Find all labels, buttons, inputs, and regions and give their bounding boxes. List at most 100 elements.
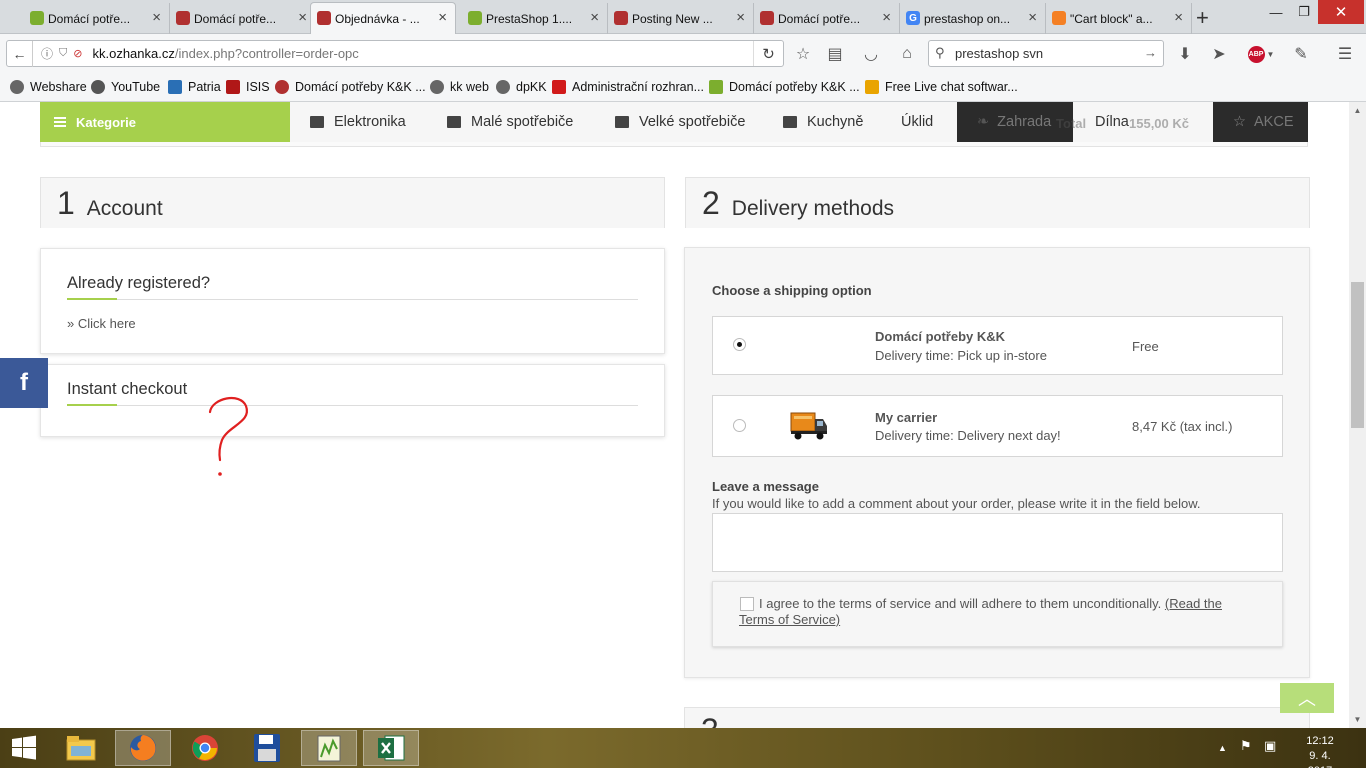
bookmark-item[interactable]: Domácí potřeby K&K ...	[709, 80, 860, 94]
windows-taskbar: ▲ ⚑ ▣ 12:12 9. 4. 2017	[0, 728, 1366, 768]
excel-icon[interactable]	[363, 730, 419, 766]
carrier-option[interactable]: Domácí potřeby K&K Delivery time: Pick u…	[712, 316, 1283, 375]
bookmark-item[interactable]: Patria	[168, 80, 221, 94]
scroll-thumb[interactable]	[1351, 282, 1364, 428]
file-explorer-icon[interactable]	[53, 730, 109, 766]
bookmark-label: kk web	[450, 80, 489, 94]
pocket-icon[interactable]: ◡	[860, 43, 882, 65]
menu-item-male-spotrebice[interactable]: Malé spotřebiče	[447, 102, 573, 142]
close-tab-icon[interactable]: ×	[1174, 9, 1183, 26]
close-tab-icon[interactable]: ×	[152, 9, 161, 26]
facebook-icon[interactable]: f	[0, 358, 48, 408]
bookmark-label: Webshare	[30, 80, 87, 94]
bookmark-item[interactable]: dpKK	[496, 80, 547, 94]
bookmark-icon	[865, 80, 879, 94]
carrier-radio-selected[interactable]	[733, 338, 746, 351]
home-icon[interactable]: ⌂	[896, 43, 918, 65]
notepad-plus-icon[interactable]	[301, 730, 357, 766]
scroll-up-icon[interactable]: ▲	[1349, 102, 1366, 119]
browser-tab[interactable]: Domácí potře... ×	[170, 3, 316, 34]
browser-tab[interactable]: "Cart block" a... ×	[1046, 3, 1192, 34]
save-disk-icon[interactable]	[239, 730, 295, 766]
insecure-lock-icon[interactable]: ⊘	[73, 47, 82, 60]
bookmark-item[interactable]: ISIS	[226, 80, 270, 94]
reload-icon[interactable]: ↻	[753, 41, 783, 66]
carrier-option[interactable]: My carrier Delivery time: Delivery next …	[712, 395, 1283, 457]
url-bar[interactable]: ← ⓘ ⛉ ⊘ kk.ozhanka.cz /index.php?control…	[6, 40, 784, 67]
bookmark-icon	[430, 80, 444, 94]
download-icon[interactable]: ⬇	[1174, 43, 1196, 65]
chrome-icon[interactable]	[177, 730, 233, 766]
close-tab-icon[interactable]: ×	[590, 9, 599, 26]
close-window-icon[interactable]: ✕	[1318, 0, 1364, 24]
search-go-icon[interactable]: →	[1144, 45, 1157, 60]
menu-item-elektronika[interactable]: Elektronika	[310, 102, 406, 142]
bookmark-icon	[91, 80, 105, 94]
close-tab-icon[interactable]: ×	[882, 9, 891, 26]
carrier-name: Domácí potřeby K&K	[875, 329, 1006, 344]
close-tab-icon[interactable]: ×	[736, 9, 745, 26]
send-icon[interactable]: ➤	[1208, 43, 1230, 65]
browser-tab[interactable]: Posting New ... ×	[608, 3, 754, 34]
account-section-header: 1 Account	[40, 177, 665, 228]
extension-icon[interactable]: ✎	[1290, 43, 1312, 65]
shield-icon[interactable]: ⛉	[59, 47, 67, 60]
page-scrollbar[interactable]: ▲ ▼	[1349, 102, 1366, 728]
bookmark-item[interactable]: Administrační rozhran...	[552, 80, 704, 94]
menu-item-akce[interactable]: ☆ AKCE	[1213, 102, 1308, 142]
action-center-flag-icon[interactable]: ⚑	[1240, 738, 1252, 754]
tray-expand-icon[interactable]: ▲	[1218, 743, 1227, 753]
network-icon[interactable]: ▣	[1264, 738, 1276, 754]
scroll-to-top-button[interactable]: ︿	[1280, 683, 1334, 713]
menu-item-kuchyne[interactable]: Kuchyně	[783, 102, 863, 142]
hamburger-icon	[54, 117, 66, 127]
bookmark-item[interactable]: Domácí potřeby K&K ...	[275, 80, 426, 94]
scroll-down-icon[interactable]: ▼	[1349, 711, 1366, 728]
close-tab-icon[interactable]: ×	[1028, 9, 1037, 26]
browser-tab[interactable]: Domácí potře... ×	[24, 3, 170, 34]
tab-title: prestashop on...	[924, 11, 1011, 26]
bookmark-item[interactable]: YouTube	[91, 80, 160, 94]
kategorie-button[interactable]: Kategorie	[40, 102, 290, 142]
close-tab-icon[interactable]: ×	[438, 9, 447, 26]
stackoverflow-favicon-icon	[1052, 11, 1066, 25]
carrier-delivery-time: Delivery time: Pick up in-store	[875, 348, 1047, 363]
carrier-delivery-time: Delivery time: Delivery next day!	[875, 428, 1061, 443]
bookmarks-bar: Webshare YouTube Patria ISIS Domácí potř…	[0, 74, 1366, 102]
cart-total-value: 155,00 Kč	[1129, 116, 1189, 131]
carrier-radio[interactable]	[733, 419, 746, 432]
menu-item-velke-spotrebice[interactable]: Velké spotřebiče	[615, 102, 745, 142]
close-tab-icon[interactable]: ×	[298, 9, 307, 26]
firefox-icon[interactable]	[115, 730, 171, 766]
login-link[interactable]: » Click here	[67, 316, 136, 331]
message-textarea[interactable]	[712, 513, 1283, 572]
kategorie-label: Kategorie	[76, 114, 136, 130]
browser-tab[interactable]: G prestashop on... ×	[900, 3, 1046, 34]
taskbar-clock[interactable]: 12:12 9. 4. 2017	[1298, 734, 1342, 768]
browser-tab[interactable]: PrestaShop 1.... ×	[462, 3, 608, 34]
bookmark-item[interactable]: Webshare	[10, 80, 87, 94]
search-input[interactable]: ⚲ prestashop svn →	[928, 40, 1164, 67]
browser-tab-bar: Domácí potře... × Domácí potře... × Obje…	[0, 0, 1366, 34]
browser-tab[interactable]: Domácí potře... ×	[754, 3, 900, 34]
bookmark-star-icon[interactable]: ☆	[792, 43, 814, 65]
back-arrow-icon[interactable]: ←	[7, 40, 33, 67]
tab-title: Domácí potře...	[48, 11, 131, 26]
box-title: Already registered?	[67, 274, 211, 292]
menu-item-uklid[interactable]: Úklid	[901, 102, 933, 142]
windows-start-icon[interactable]	[0, 730, 48, 766]
cart-total-label: Total	[1056, 116, 1087, 131]
terms-box: I agree to the terms of service and will…	[712, 581, 1283, 647]
hamburger-menu-icon[interactable]: ☰	[1334, 43, 1356, 65]
new-tab-button[interactable]: +	[1196, 5, 1209, 31]
reading-list-icon[interactable]: ▤	[824, 43, 846, 65]
bookmark-icon	[226, 80, 240, 94]
bookmark-item[interactable]: Free Live chat softwar...	[865, 80, 1018, 94]
restore-icon[interactable]: ❐	[1290, 0, 1318, 24]
adblock-icon[interactable]: ABP ▼	[1246, 43, 1276, 65]
info-icon[interactable]: ⓘ	[41, 45, 53, 62]
menu-item-dilna[interactable]: Dílna	[1095, 102, 1129, 142]
minimize-icon[interactable]: —	[1262, 0, 1290, 24]
browser-tab-active[interactable]: Objednávka - ... ×	[310, 2, 456, 34]
bookmark-item[interactable]: kk web	[430, 80, 489, 94]
